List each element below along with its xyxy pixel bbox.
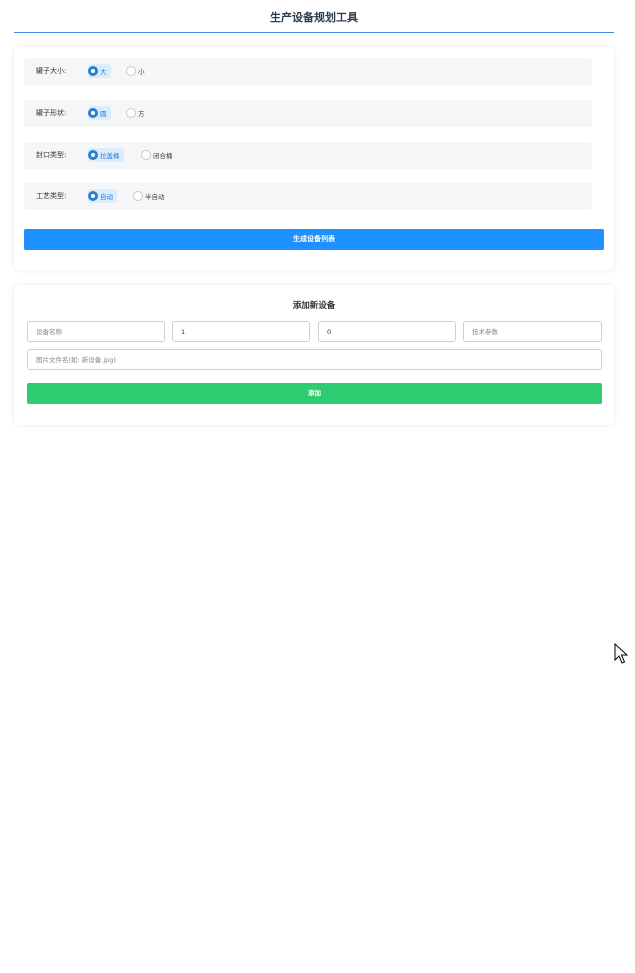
radio-label: 大: [100, 68, 107, 76]
add-section-title: 添加新设备: [292, 301, 336, 311]
radio-label: 小: [138, 68, 145, 76]
radio-size-large[interactable]: 大: [88, 64, 111, 78]
radio-label: 方: [138, 110, 145, 118]
radio-dot[interactable]: [133, 191, 143, 201]
quantity-input[interactable]: [172, 321, 310, 342]
radio-seal-pull-lid[interactable]: 拉盖桶: [88, 148, 124, 162]
radio-dot[interactable]: [126, 108, 136, 118]
radio-process-auto[interactable]: 自动: [88, 189, 117, 203]
radio-label: 圆: [100, 110, 107, 118]
add-equipment-card: 添加新设备 添加: [14, 285, 614, 425]
option-row-process: 工艺类型: 自动 半自动: [24, 183, 592, 210]
radio-dot[interactable]: [88, 191, 98, 201]
radio-dot[interactable]: [88, 150, 98, 160]
radio-label: 拉盖桶: [100, 152, 120, 160]
spec-input[interactable]: [463, 321, 602, 342]
radio-shape-round[interactable]: 圆: [88, 106, 111, 120]
radio-dot[interactable]: [141, 150, 151, 160]
radio-process-semi-auto[interactable]: 半自动: [133, 189, 169, 203]
page-title: 生产设备规划工具: [14, 8, 614, 33]
image-filename-input[interactable]: [27, 349, 602, 370]
price-input[interactable]: [318, 321, 456, 342]
generate-equipment-list-button[interactable]: 生成设备列表: [24, 229, 604, 250]
radio-dot[interactable]: [126, 66, 136, 76]
equipment-name-input[interactable]: [27, 321, 165, 342]
add-equipment-button[interactable]: 添加: [27, 383, 602, 404]
page: 生产设备规划工具 罐子大小: 大 小 罐子形状: 圆 方 封口类型: 拉盖桶 闭…: [0, 0, 635, 973]
radio-label: 半自动: [145, 193, 165, 201]
radio-seal-closed[interactable]: 闭合桶: [141, 148, 177, 162]
option-row-size: 罐子大小: 大 小: [24, 58, 592, 85]
options-card: 罐子大小: 大 小 罐子形状: 圆 方 封口类型: 拉盖桶 闭合桶 工艺类型: …: [14, 47, 614, 270]
option-label: 工艺类型:: [36, 192, 67, 200]
radio-label: 自动: [100, 193, 113, 201]
option-label: 封口类型:: [36, 151, 67, 159]
option-row-seal: 封口类型: 拉盖桶 闭合桶: [24, 142, 592, 169]
option-label: 罐子大小:: [36, 67, 67, 75]
radio-dot[interactable]: [88, 66, 98, 76]
radio-dot[interactable]: [88, 108, 98, 118]
radio-label: 闭合桶: [153, 152, 173, 160]
radio-shape-square[interactable]: 方: [126, 106, 149, 120]
radio-size-small[interactable]: 小: [126, 64, 149, 78]
option-label: 罐子形状:: [36, 109, 67, 117]
option-row-shape: 罐子形状: 圆 方: [24, 100, 592, 127]
mouse-cursor-icon: [614, 643, 628, 664]
